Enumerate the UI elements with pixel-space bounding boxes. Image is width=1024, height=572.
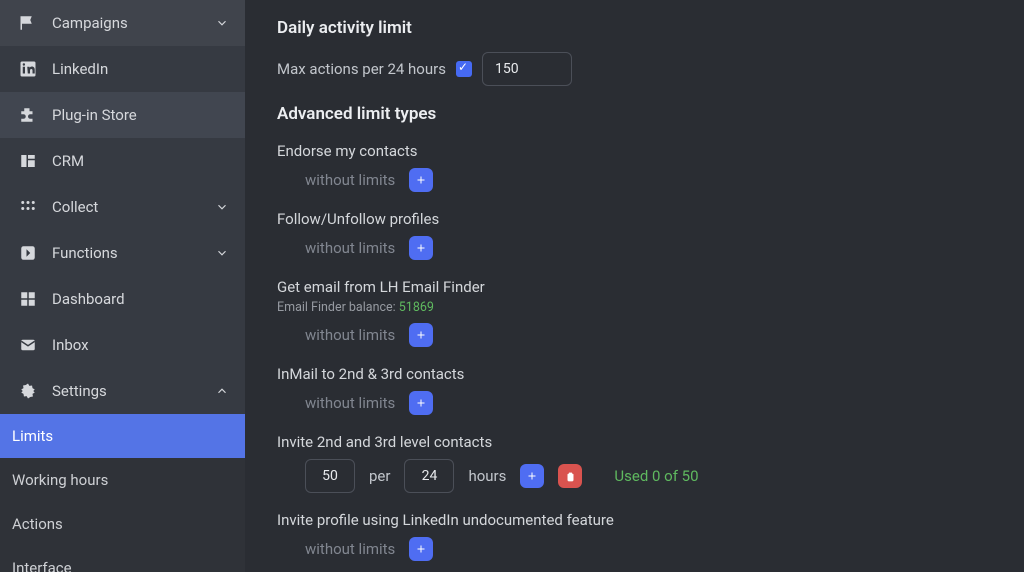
sub-item-interface[interactable]: Interface [0, 546, 245, 572]
without-limits-label: without limits [305, 171, 395, 189]
per-label: per [369, 467, 390, 485]
chevron-down-icon [215, 246, 229, 260]
daily-value-input[interactable] [482, 52, 572, 86]
sidebar-item-label: CRM [52, 152, 229, 170]
sidebar-item-label: Plug-in Store [52, 106, 229, 124]
limit-group: Invite profile using LinkedIn undocument… [277, 511, 1024, 561]
group-title: Invite profile using LinkedIn undocument… [277, 511, 1024, 529]
balance-value: 51869 [399, 300, 434, 315]
chevron-down-icon [215, 16, 229, 30]
group-title: Invite 2nd and 3rd level contacts [277, 433, 1024, 451]
delete-limit-button[interactable] [558, 464, 582, 488]
sub-item-actions[interactable]: Actions [0, 502, 245, 546]
sidebar-item-functions[interactable]: Functions [0, 230, 245, 276]
add-limit-button[interactable] [409, 236, 433, 260]
main-content: Daily activity limit Max actions per 24 … [245, 0, 1024, 572]
sidebar-item-label: Dashboard [52, 290, 229, 308]
limit-group: Endorse my contacts without limits [277, 142, 1024, 192]
sidebar-item-inbox[interactable]: Inbox [0, 322, 245, 368]
flag-icon [16, 14, 40, 32]
limit-group: Get email from LH Email Finder Email Find… [277, 278, 1024, 347]
without-limits-label: without limits [305, 239, 395, 257]
daily-title: Daily activity limit [277, 18, 1024, 38]
without-limits-label: without limits [305, 326, 395, 344]
sidebar-item-dashboard[interactable]: Dashboard [0, 276, 245, 322]
collect-icon [16, 198, 40, 216]
limit-count-input[interactable] [305, 459, 355, 493]
dash-icon [16, 290, 40, 308]
without-limits-label: without limits [305, 540, 395, 558]
sub-item-working-hours[interactable]: Working hours [0, 458, 245, 502]
sidebar-item-collect[interactable]: Collect [0, 184, 245, 230]
group-title: InMail to 2nd & 3rd contacts [277, 365, 1024, 383]
gear-icon [16, 382, 40, 400]
add-limit-button[interactable] [520, 464, 544, 488]
chevron-up-icon [215, 384, 229, 398]
inbox-icon [16, 336, 40, 354]
linkedin-icon [16, 60, 40, 78]
fn-icon [16, 244, 40, 262]
advanced-title: Advanced limit types [277, 104, 1024, 124]
used-status: Used 0 of 50 [614, 467, 698, 485]
add-limit-button[interactable] [409, 537, 433, 561]
add-limit-button[interactable] [409, 391, 433, 415]
sidebar-item-plug-in-store[interactable]: Plug-in Store [0, 92, 245, 138]
sidebar-item-label: Campaigns [52, 14, 215, 32]
group-title: Follow/Unfollow profiles [277, 210, 1024, 228]
daily-label: Max actions per 24 hours [277, 60, 446, 78]
sidebar-item-label: Collect [52, 198, 215, 216]
sidebar-item-label: Functions [52, 244, 215, 262]
without-limits-label: without limits [305, 394, 395, 412]
group-title: Get email from LH Email Finder [277, 278, 1024, 296]
sidebar-item-label: LinkedIn [52, 60, 229, 78]
group-title: Endorse my contacts [277, 142, 1024, 160]
sub-item-limits[interactable]: Limits [0, 414, 245, 458]
sidebar-item-campaigns[interactable]: Campaigns [0, 0, 245, 46]
limit-group: Invite 2nd and 3rd level contacts per ho… [277, 433, 1024, 493]
sidebar-item-crm[interactable]: CRM [0, 138, 245, 184]
limit-hours-input[interactable] [404, 459, 454, 493]
plugin-icon [16, 106, 40, 124]
add-limit-button[interactable] [409, 323, 433, 347]
chevron-down-icon [215, 200, 229, 214]
limit-group: Follow/Unfollow profiles without limits [277, 210, 1024, 260]
group-subtitle: Email Finder balance: 51869 [277, 300, 1024, 315]
sidebar: Campaigns LinkedIn Plug-in Store CRM Col… [0, 0, 245, 572]
add-limit-button[interactable] [409, 168, 433, 192]
hours-label: hours [468, 467, 506, 485]
sidebar-item-label: Inbox [52, 336, 229, 354]
sidebar-item-settings[interactable]: Settings [0, 368, 245, 414]
crm-icon [16, 152, 40, 170]
daily-checkbox[interactable] [456, 61, 472, 77]
limit-group: InMail to 2nd & 3rd contacts without lim… [277, 365, 1024, 415]
sidebar-item-linkedin[interactable]: LinkedIn [0, 46, 245, 92]
sidebar-item-label: Settings [52, 382, 215, 400]
